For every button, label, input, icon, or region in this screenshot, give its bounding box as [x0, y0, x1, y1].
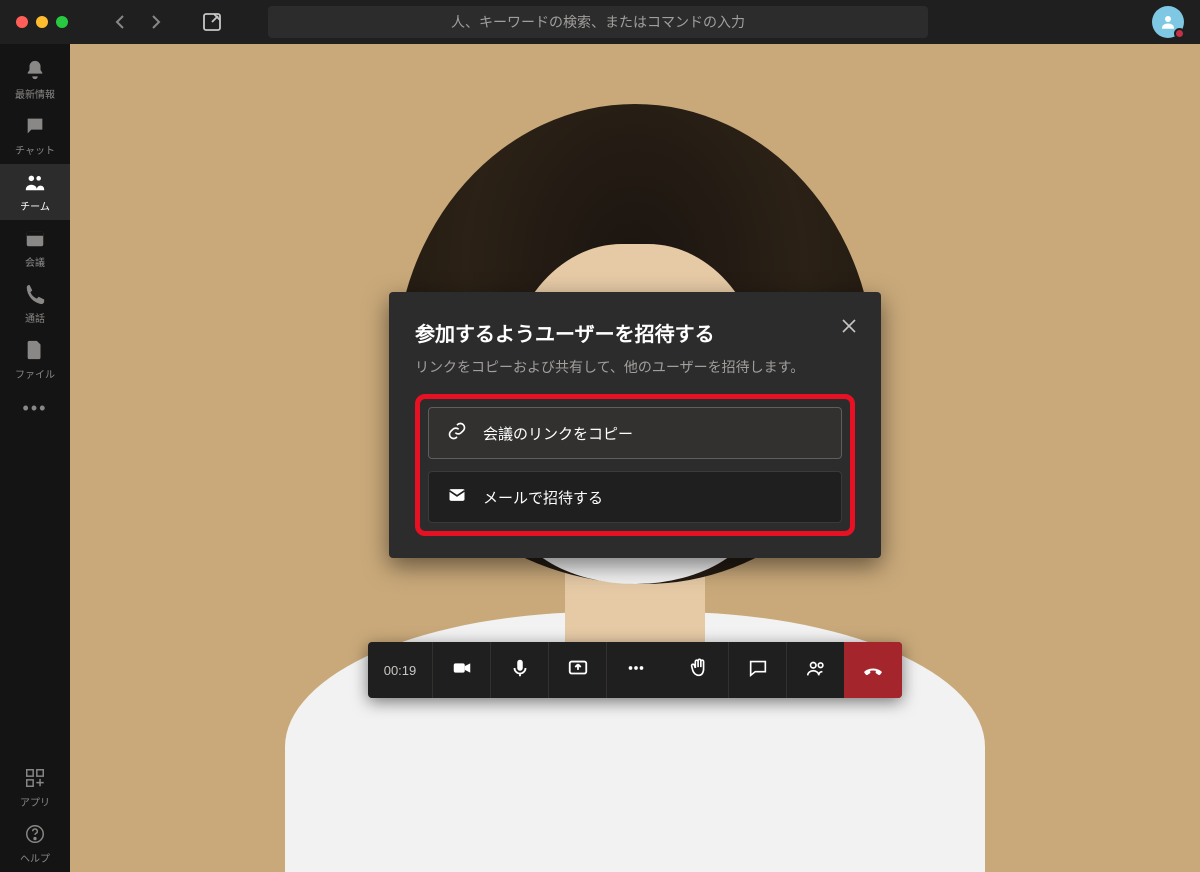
calendar-icon — [24, 227, 46, 252]
share-icon — [567, 657, 589, 684]
hang-up-button[interactable] — [844, 642, 902, 698]
sidebar-item-help[interactable]: ヘルプ — [0, 816, 70, 872]
toggle-mic-button[interactable] — [490, 642, 548, 698]
call-timer: 00:19 — [368, 642, 432, 698]
compose-button[interactable] — [200, 10, 224, 34]
copy-meeting-link-button[interactable]: 会議のリンクをコピー — [428, 407, 842, 459]
people-icon — [805, 657, 827, 684]
bell-icon — [24, 59, 46, 84]
mic-icon — [509, 657, 531, 684]
sidebar-item-calendar[interactable]: 会議 — [0, 220, 70, 276]
dialog-title: 参加するようユーザーを招待する — [415, 318, 855, 347]
sidebar-item-teams[interactable]: チーム — [0, 164, 70, 220]
raise-hand-button[interactable] — [670, 642, 728, 698]
nav-forward[interactable] — [144, 10, 168, 34]
mail-icon — [447, 485, 467, 509]
teams-icon — [24, 171, 46, 196]
link-icon — [447, 421, 467, 445]
phone-icon — [24, 283, 46, 308]
invite-dialog: 参加するようユーザーを招待する リンクをコピーおよび共有して、他のユーザーを招待… — [389, 292, 881, 558]
share-screen-button[interactable] — [548, 642, 606, 698]
titlebar: 人、キーワードの検索、またはコマンドの入力 — [0, 0, 1200, 44]
presence-status — [1174, 28, 1185, 39]
help-icon — [24, 823, 46, 848]
button-label: 会議のリンクをコピー — [483, 423, 633, 444]
sidebar-item-label: ヘルプ — [20, 850, 50, 865]
sidebar-item-label: 通話 — [25, 310, 45, 325]
sidebar-more[interactable]: ••• — [0, 388, 70, 428]
nav-back[interactable] — [108, 10, 132, 34]
sidebar-item-chat[interactable]: チャット — [0, 108, 70, 164]
sidebar-item-label: アプリ — [20, 794, 50, 809]
window-close[interactable] — [16, 16, 28, 28]
more-actions-button[interactable] — [606, 642, 664, 698]
sidebar-item-label: ファイル — [15, 366, 55, 381]
sidebar-item-label: 会議 — [25, 254, 45, 269]
camera-icon — [451, 657, 473, 684]
show-participants-button[interactable] — [786, 642, 844, 698]
hand-icon — [688, 657, 710, 684]
email-invite-button[interactable]: メールで招待する — [428, 471, 842, 523]
sidebar-item-activity[interactable]: 最新情報 — [0, 52, 70, 108]
sidebar-item-calls[interactable]: 通話 — [0, 276, 70, 332]
toggle-camera-button[interactable] — [432, 642, 490, 698]
sidebar-item-apps[interactable]: アプリ — [0, 760, 70, 816]
dialog-close-button[interactable] — [837, 314, 861, 338]
window-minimize[interactable] — [36, 16, 48, 28]
call-controls: 00:19 — [368, 642, 902, 698]
sidebar-item-label: 最新情報 — [15, 86, 55, 101]
dialog-subtitle: リンクをコピーおよび共有して、他のユーザーを招待します。 — [415, 357, 855, 378]
window-controls — [16, 16, 68, 28]
window-zoom[interactable] — [56, 16, 68, 28]
profile-avatar[interactable] — [1152, 6, 1184, 38]
chat-icon — [747, 657, 769, 684]
search-placeholder: 人、キーワードの検索、またはコマンドの入力 — [451, 12, 745, 32]
app-rail: 最新情報 チャット チーム 会議 通話 ファイル ••• アプリ — [0, 44, 70, 872]
meeting-stage: 参加するようユーザーを招待する リンクをコピーおよび共有して、他のユーザーを招待… — [70, 44, 1200, 872]
sidebar-item-label: チーム — [20, 198, 50, 213]
sidebar-item-label: チャット — [15, 142, 55, 157]
hangup-icon — [862, 657, 884, 684]
chat-icon — [24, 115, 46, 140]
apps-icon — [24, 767, 46, 792]
file-icon — [24, 339, 46, 364]
more-icon — [625, 657, 647, 684]
search-input[interactable]: 人、キーワードの検索、またはコマンドの入力 — [268, 6, 928, 38]
show-chat-button[interactable] — [728, 642, 786, 698]
sidebar-item-files[interactable]: ファイル — [0, 332, 70, 388]
button-label: メールで招待する — [483, 487, 603, 508]
annotation-highlight: 会議のリンクをコピー メールで招待する — [415, 394, 855, 536]
